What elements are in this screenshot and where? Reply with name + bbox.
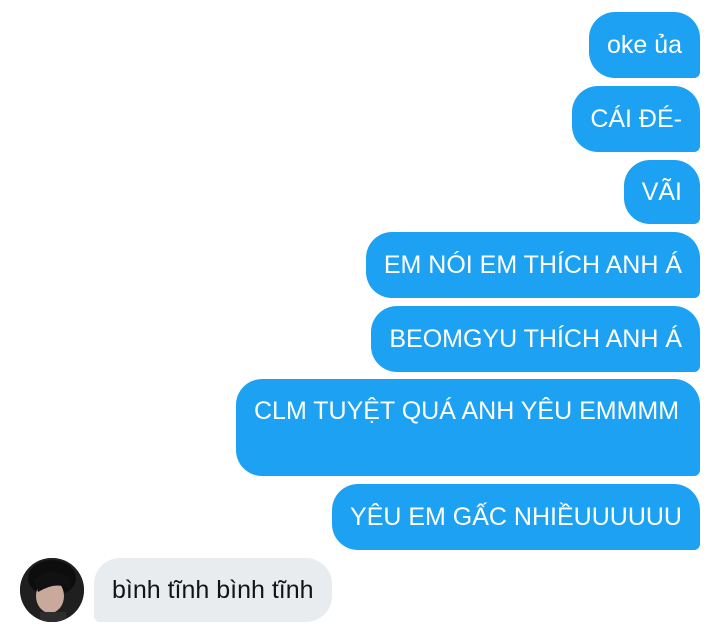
- outgoing-message-bubble[interactable]: CÁI ĐÉ-: [572, 86, 700, 152]
- message-row: CLM TUYỆT QUÁ ANH YÊU EMMMM: [236, 379, 700, 476]
- message-text: oke ủa: [606, 31, 682, 59]
- outgoing-message-bubble[interactable]: CLM TUYỆT QUÁ ANH YÊU EMMMM: [236, 379, 700, 476]
- message-text: CLM TUYỆT QUÁ ANH YÊU EMMMM: [254, 397, 680, 425]
- message-row: CÁI ĐÉ-: [572, 86, 700, 152]
- outgoing-message-bubble[interactable]: VÃI: [623, 160, 700, 224]
- incoming-message-bubble[interactable]: bình tĩnh bình tĩnh: [94, 558, 332, 622]
- outgoing-message-bubble[interactable]: EM NÓI EM THÍCH ANH Á: [365, 232, 700, 298]
- message-text: VÃI: [641, 178, 682, 206]
- message-text: YÊU EM GẤC NHIỀUUUUUU: [350, 503, 682, 531]
- message-text: CÁI ĐÉ-: [590, 105, 682, 133]
- message-row: BEOMGYU THÍCH ANH Á: [371, 306, 700, 372]
- outgoing-message-bubble[interactable]: YÊU EM GẤC NHIỀUUUUUU: [332, 484, 700, 550]
- user-avatar[interactable]: [20, 558, 84, 622]
- incoming-message-row: bình tĩnh bình tĩnh: [20, 558, 332, 622]
- message-row: oke ủa: [588, 12, 700, 78]
- message-row: EM NÓI EM THÍCH ANH Á: [365, 232, 700, 298]
- avatar-photo-icon: [20, 558, 84, 622]
- outgoing-message-bubble[interactable]: BEOMGYU THÍCH ANH Á: [371, 306, 700, 372]
- message-text: EM NÓI EM THÍCH ANH Á: [383, 251, 682, 279]
- message-text: bình tĩnh bình tĩnh: [112, 576, 314, 604]
- message-row: VÃI: [623, 160, 700, 224]
- message-row: YÊU EM GẤC NHIỀUUUUUU: [332, 484, 700, 550]
- message-text: BEOMGYU THÍCH ANH Á: [389, 325, 682, 353]
- outgoing-message-bubble[interactable]: oke ủa: [588, 12, 700, 78]
